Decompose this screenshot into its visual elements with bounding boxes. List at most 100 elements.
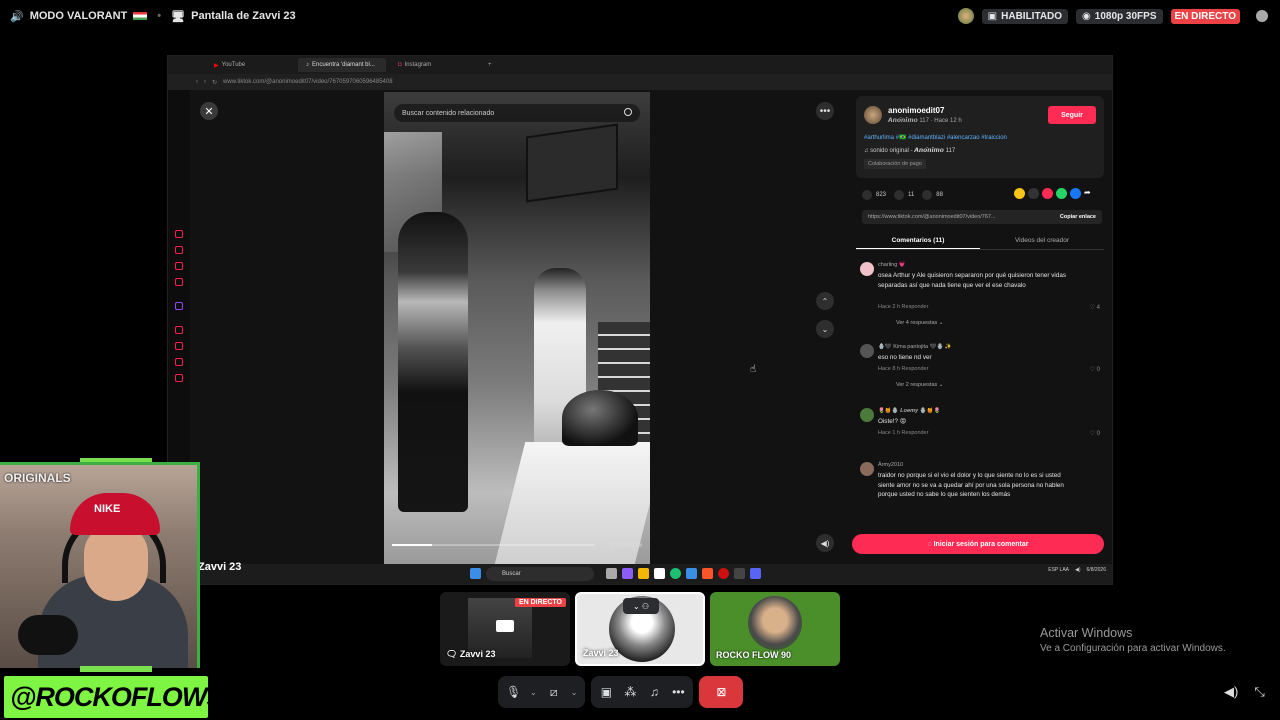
forward-icon[interactable]: ›: [204, 79, 206, 85]
sound-link[interactable]: ♫ sonido original - 𝘼𝙣𝙤́𝙣𝙞𝙢𝙤 117: [864, 147, 955, 154]
next-video-button[interactable]: ⌄: [816, 320, 834, 338]
sidebar-icon[interactable]: [175, 262, 183, 270]
follow-button[interactable]: Seguir: [1048, 106, 1096, 124]
comment-meta[interactable]: Hace 2 h Responder: [878, 304, 928, 310]
more-options-button[interactable]: •••: [816, 102, 834, 120]
soundboard-icon[interactable]: ♫: [647, 685, 661, 699]
commenter-avatar[interactable]: [860, 462, 874, 476]
volume-icon[interactable]: ◀): [1075, 567, 1081, 573]
sidebar-icon[interactable]: [175, 374, 183, 382]
comment-meta[interactable]: Hace 1 h Responder: [878, 430, 928, 436]
new-tab-icon[interactable]: +: [488, 62, 492, 68]
video-progress-bar[interactable]: [392, 544, 594, 546]
participant-tile-zavvi[interactable]: ⌄ ⚇ Zavvi 23: [575, 592, 705, 666]
comment-text: traidor no porque si el vio el dolor y l…: [878, 472, 1064, 498]
related-search-input[interactable]: Buscar contenido relacionado: [394, 104, 640, 122]
copy-link-button[interactable]: Copiar enlace: [1060, 214, 1096, 220]
tab-comments[interactable]: Comentarios (11): [856, 234, 980, 249]
send-icon[interactable]: [1042, 188, 1053, 199]
twitch-icon[interactable]: [175, 302, 183, 310]
opera-icon[interactable]: [718, 568, 729, 579]
edge-icon[interactable]: [670, 568, 681, 579]
comment-like[interactable]: ♡ 4: [1090, 304, 1100, 311]
commenter-name[interactable]: Ārmy2010: [878, 462, 903, 468]
activities-icon[interactable]: ⁂: [623, 685, 637, 699]
sidebar-icon[interactable]: [175, 358, 183, 366]
user-avatar[interactable]: [957, 8, 974, 24]
embed-icon[interactable]: [1028, 188, 1039, 199]
fullscreen-icon[interactable]: ⤡: [1254, 684, 1264, 700]
commenter-name[interactable]: charling 💗: [878, 262, 906, 268]
comment-like[interactable]: ♡ 0: [1090, 430, 1100, 437]
view-replies-button[interactable]: Ver 4 respuestas ⌄: [896, 320, 943, 326]
screen-share-icon[interactable]: ▣: [599, 685, 613, 699]
copilot-icon[interactable]: [622, 568, 633, 579]
participant-tile-stream[interactable]: EN DIRECTO 🗨 Zavvi 23: [440, 592, 570, 666]
sidebar-icon[interactable]: [175, 326, 183, 334]
video-player[interactable]: Buscar contenido relacionado 00:03/00:16: [384, 92, 650, 564]
sidebar-icon[interactable]: [175, 278, 183, 286]
reload-icon[interactable]: ↻: [212, 79, 217, 86]
channel-name[interactable]: MODO VALORANT: [30, 10, 128, 22]
url-text[interactable]: www.tiktok.com/@anonimoedit07/video/7670…: [223, 79, 1112, 85]
stop-stream-button[interactable]: ⊠: [699, 676, 744, 708]
participant-tile-rocko[interactable]: ROCKO FLOW 90: [710, 592, 840, 666]
sidebar-icon[interactable]: [175, 230, 183, 238]
microphone-icon[interactable]: 🎙: [506, 685, 521, 699]
discord-icon[interactable]: [750, 568, 761, 579]
tab-youtube[interactable]: ▶ YouTube: [206, 58, 294, 72]
heart-icon: [862, 190, 872, 200]
commenter-avatar[interactable]: [860, 262, 874, 276]
chevron-down-icon[interactable]: ⌄: [530, 688, 537, 697]
tab-instagram[interactable]: ◘ Instagram: [390, 58, 478, 72]
windows-search[interactable]: Buscar: [486, 567, 594, 581]
commenter-avatar[interactable]: [860, 408, 874, 422]
settings-icon[interactable]: [686, 568, 697, 579]
shared-screen[interactable]: ▶ YouTube ♪ Encuentra 'diamant bl... ◘ Inst…: [167, 55, 1113, 586]
facebook-icon[interactable]: [1070, 188, 1081, 199]
whatsapp-icon[interactable]: [1056, 188, 1067, 199]
browser-tab-bar: ▶ YouTube ♪ Encuentra 'diamant bl... ◘ Inst…: [168, 56, 1112, 74]
clock[interactable]: 6/8/2026: [1087, 567, 1106, 573]
commenter-name[interactable]: 🪬🖤 Kima pantojita 🖤🪬 ✨: [878, 344, 952, 350]
sidebar-icon[interactable]: [175, 246, 183, 254]
windows-start-icon[interactable]: [470, 568, 481, 579]
tab-creator-videos[interactable]: Videos del creador: [980, 234, 1104, 249]
language-indicator[interactable]: ESP LAA: [1048, 567, 1069, 573]
file-explorer-icon[interactable]: [638, 568, 649, 579]
commenter-name[interactable]: 🌷🍯🪬 𝑳𝒐𝒆𝒎𝒚 🪬🍯🌷: [878, 408, 940, 415]
hashtags[interactable]: #arthurlima #🇧🇷 #diamantblazi #alencarza…: [864, 134, 1007, 141]
back-icon[interactable]: ‹: [196, 79, 198, 85]
address-bar[interactable]: ‹ › ↻ www.tiktok.com/@anonimoedit07/vide…: [168, 74, 1112, 90]
comment-meta[interactable]: Hace 8 h Responder: [878, 366, 928, 372]
post-link[interactable]: https://www.tiktok.com/@anonimoedit07/vi…: [868, 214, 996, 220]
author-avatar[interactable]: [864, 106, 882, 124]
sidebar-icon[interactable]: [175, 342, 183, 350]
brave-icon[interactable]: [702, 568, 713, 579]
login-to-comment-button[interactable]: ◌ Iniciar sesión para comentar: [852, 534, 1104, 554]
previous-video-button[interactable]: ⌃: [816, 292, 834, 310]
close-video-button[interactable]: ✕: [200, 102, 218, 120]
comment-stat[interactable]: 11: [894, 190, 914, 200]
tab-tiktok[interactable]: ♪ Encuentra 'diamant bl...: [298, 58, 386, 72]
store-icon[interactable]: [654, 568, 665, 579]
comment-like[interactable]: ♡ 0: [1090, 366, 1100, 373]
search-icon[interactable]: [624, 108, 632, 116]
camera-off-icon[interactable]: ⧄: [547, 685, 561, 700]
task-view-icon[interactable]: [606, 568, 617, 579]
coin-icon[interactable]: [1014, 188, 1025, 199]
chat-icon[interactable]: [1256, 10, 1268, 22]
volume-button[interactable]: ◀): [816, 534, 834, 552]
share-arrow-icon[interactable]: ➦: [1084, 188, 1095, 199]
author-username[interactable]: anonimoedit07: [888, 106, 944, 115]
commenter-avatar[interactable]: [860, 344, 874, 358]
more-icon[interactable]: •••: [671, 685, 685, 699]
like-stat[interactable]: 823: [862, 190, 886, 200]
chevron-down-icon[interactable]: ⌄: [571, 688, 578, 697]
top-bar: 🔊 MODO VALORANT • 🖥 Pantalla de Zavvi 23…: [0, 0, 1280, 32]
volume-icon[interactable]: ◀): [1224, 684, 1238, 700]
app-icon[interactable]: [734, 568, 745, 579]
view-replies-button[interactable]: Ver 2 respuestas ⌄: [896, 382, 943, 388]
tile-options[interactable]: ⌄ ⚇: [623, 598, 659, 614]
save-stat[interactable]: 88: [922, 190, 943, 200]
